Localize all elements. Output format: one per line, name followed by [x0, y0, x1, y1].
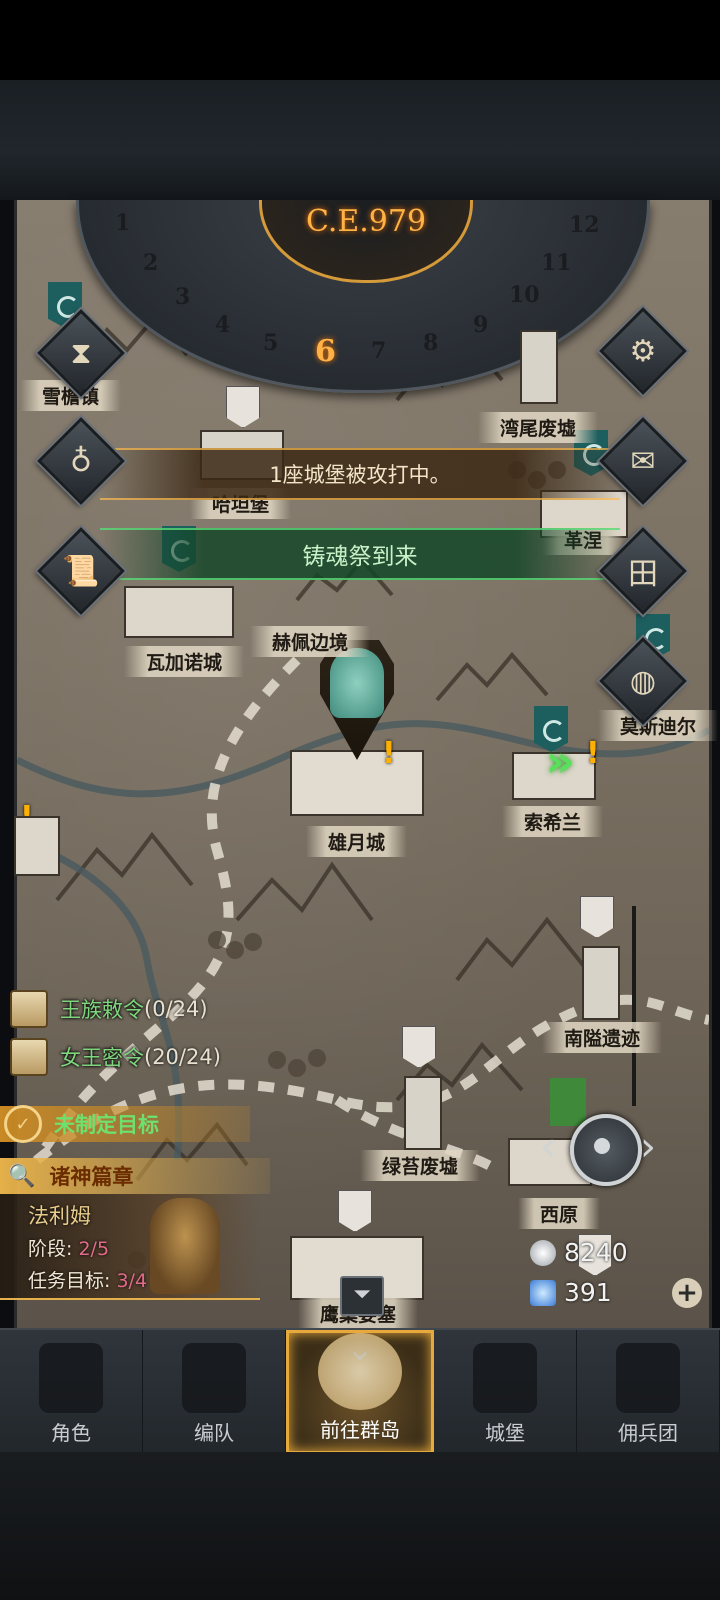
bottom-nav: 角色 编队 ⌄ 前往群岛 城堡 佣兵团 — [0, 1328, 720, 1454]
month-11: 11 — [541, 250, 572, 276]
location-label[interactable]: 赫佩边境 — [250, 626, 371, 657]
stage-label: 阶段: — [28, 1238, 73, 1260]
goal-button[interactable]: ✓ 未制定目标 — [0, 1105, 250, 1143]
helmet-icon — [182, 1343, 246, 1413]
nav-label: 佣兵团 — [618, 1421, 678, 1445]
month-5: 5 — [263, 330, 279, 356]
castle-wajianuo[interactable] — [124, 586, 234, 638]
festival-notice[interactable]: 铸魂祭到来 — [100, 528, 620, 580]
year-label: C.E.979 — [305, 204, 427, 239]
crystal-resource: 391 — [530, 1278, 612, 1307]
nav-label: 编队 — [194, 1421, 234, 1445]
nav-label: 角色 — [51, 1421, 91, 1445]
scroll-icon — [10, 1038, 48, 1076]
hero-statue-image — [150, 1198, 220, 1294]
chapter-title: 诸神篇章 — [49, 1165, 134, 1189]
gear-icon: ⚙ — [629, 333, 657, 369]
quest-count: (0/24) — [144, 997, 208, 1021]
year-display: C.E.979 — [259, 200, 473, 283]
target-value: 3/4 — [116, 1270, 148, 1292]
silver-amount: 8240 — [564, 1238, 628, 1267]
location-label[interactable]: 雄月城 — [306, 826, 408, 857]
add-resource-button[interactable]: + — [672, 1278, 702, 1308]
top-frame — [0, 80, 720, 200]
nav-label: 前往群岛 — [320, 1418, 400, 1442]
location-label[interactable]: 南隘遗迹 — [542, 1022, 663, 1053]
chapter-panel[interactable]: 法利姆 阶段: 2/5 任务目标: 3/4 — [0, 1194, 260, 1300]
quest-count: (20/24) — [144, 1045, 221, 1069]
quest-title: 王族敕令 — [60, 998, 144, 1022]
location-label[interactable]: 湾尾废墟 — [478, 412, 599, 443]
nav-castle[interactable]: 城堡 — [434, 1330, 577, 1454]
nav-mercenary[interactable]: 佣兵团 — [577, 1330, 720, 1454]
alert-icon: ! — [382, 736, 396, 771]
quest-royal-decree[interactable]: 王族敕令 (0/24) — [10, 990, 208, 1028]
silver-coin-icon — [530, 1239, 556, 1266]
nav-formation[interactable]: 编队 — [143, 1330, 286, 1454]
ruin-tower-lvtai[interactable] — [404, 1076, 442, 1150]
alert-icon: ! — [586, 736, 600, 771]
goal-label: 未制定目标 — [54, 1113, 159, 1137]
month-9: 9 — [473, 312, 489, 338]
search-icon: 🔍 — [8, 1163, 36, 1189]
location-label[interactable]: 瓦加诺城 — [124, 646, 245, 677]
nav-label: 城堡 — [485, 1421, 525, 1445]
silver-resource: 8240 — [530, 1238, 628, 1267]
month-3: 3 — [175, 284, 191, 310]
grid-icon: 田 — [628, 557, 658, 592]
hourglass-icon: ⧗ — [70, 335, 92, 371]
ruin-tower[interactable] — [520, 330, 558, 404]
shield-icon: ◍ — [629, 663, 657, 699]
location-label[interactable]: 西原 — [518, 1198, 601, 1229]
month-6-current: 6 — [315, 334, 336, 369]
location-label[interactable]: 莫斯迪尔 — [598, 710, 719, 741]
castle-icon — [473, 1343, 537, 1413]
stage-row: 阶段: 2/5 — [28, 1234, 109, 1261]
scroll-icon — [10, 990, 48, 1028]
collapse-down-icon[interactable]: ⏷ — [340, 1276, 384, 1316]
forest-banner — [550, 1078, 586, 1126]
ruin-tower-nanyi[interactable] — [582, 946, 620, 1020]
month-10: 10 — [509, 282, 540, 308]
next-arrow-icon[interactable]: › — [640, 1124, 656, 1170]
mail-icon: ✉ — [630, 443, 656, 479]
chapter-hero-name: 法利姆 — [28, 1204, 91, 1228]
siege-notice[interactable]: 1座城堡被攻打中。 — [100, 448, 620, 500]
target-icon: ✓ — [4, 1105, 42, 1143]
location-label[interactable]: 索希兰 — [502, 806, 604, 837]
month-7: 7 — [371, 338, 387, 364]
castle-edge[interactable] — [14, 816, 60, 876]
compass-button[interactable] — [570, 1114, 642, 1186]
status-bar-area — [0, 0, 720, 80]
bag-icon: ♁ — [70, 443, 92, 479]
chapter-header[interactable]: 🔍 诸神篇章 — [0, 1158, 270, 1194]
target-label: 任务目标: — [28, 1270, 111, 1292]
crystal-amount: 391 — [564, 1278, 612, 1307]
scroll-icon: 📜 — [62, 553, 100, 589]
month-4: 4 — [215, 312, 231, 338]
month-8: 8 — [423, 330, 439, 356]
sword-banner-icon — [616, 1343, 680, 1413]
crystal-icon — [530, 1279, 556, 1306]
nav-character[interactable]: 角色 — [0, 1330, 143, 1454]
nav-islands[interactable]: ⌄ 前往群岛 — [286, 1329, 434, 1454]
location-label[interactable]: 绿苔废墟 — [360, 1150, 481, 1181]
month-2: 2 — [143, 250, 159, 276]
month-12: 12 — [569, 212, 600, 238]
quest-queen-order[interactable]: 女王密令 (20/24) — [10, 1038, 221, 1076]
month-1: 1 — [115, 210, 131, 236]
quest-title: 女王密令 — [60, 1046, 144, 1070]
knight-icon — [39, 1343, 103, 1413]
march-arrows-icon: » — [546, 736, 575, 787]
gesture-area — [0, 1452, 720, 1600]
prev-arrow-icon[interactable]: ‹ — [540, 1124, 556, 1170]
flag-pole — [632, 906, 636, 1106]
target-row: 任务目标: 3/4 — [28, 1266, 147, 1293]
world-compass-icon — [318, 1333, 402, 1410]
stage-value: 2/5 — [78, 1238, 110, 1260]
